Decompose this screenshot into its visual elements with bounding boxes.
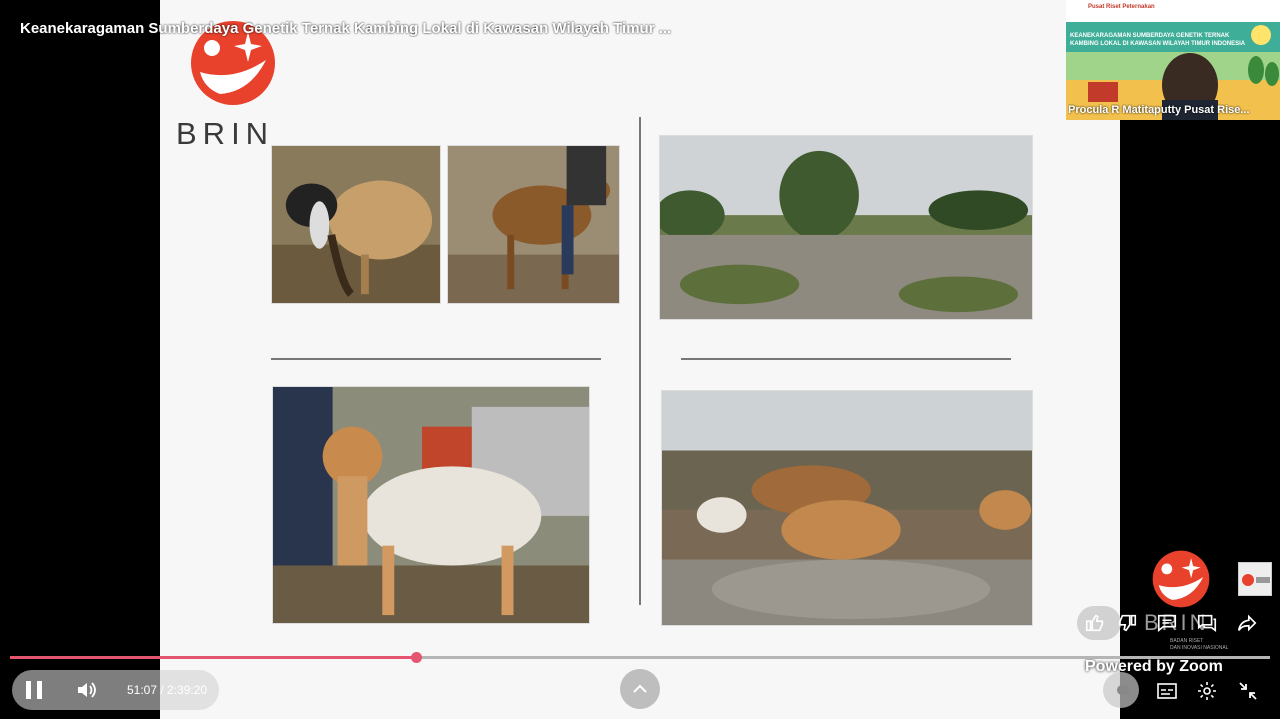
autoplay-toggle[interactable] [1103,672,1139,708]
goat-herd-field-photo [659,135,1033,320]
show-more-button[interactable] [620,669,660,709]
like-icon[interactable] [1084,612,1106,634]
current-time: 51:07 [127,683,158,697]
thumbnail-banner-line2: KAMBING LOKAL DI KAWASAN WILAYAH TIMUR I… [1070,41,1246,47]
total-duration: 2:39:20 [167,683,208,697]
minimize-icon[interactable] [1237,680,1259,702]
slide-divider-right [681,358,1011,360]
autoplay-toggle-knob [1117,685,1129,695]
goat-photo-1 [271,145,441,304]
time-separator: / [157,683,168,697]
progress-handle[interactable] [411,652,422,663]
progress-fill [10,656,416,659]
powered-by-zoom: Powered by Zoom [1085,658,1223,675]
chat-icon[interactable] [1196,612,1218,634]
brin-badge-mark [1242,574,1270,586]
comment-icon[interactable] [1156,612,1178,634]
brin-watermark-mark [1152,550,1210,608]
speaker-name-caption: Procula R Matitaputty Pusat Rise... [1068,104,1250,116]
speaker-video-frame [1066,0,1280,120]
volume-icon[interactable] [76,679,98,701]
dislike-icon[interactable] [1116,612,1138,634]
captions-icon[interactable] [1156,680,1178,702]
slide-divider-left [271,358,601,360]
thumbnail-banner-line1: KEANEKARAGAMAN SUMBERDAYA GENETIK TERNAK [1070,33,1230,39]
reaction-toolbar [1077,606,1272,640]
goat-photo-2 [447,145,620,304]
chevron-up-icon [633,684,647,693]
video-title: Keanekaragaman Sumberdaya Genetik Ternak… [20,20,672,37]
goat-photo-3 [272,386,590,624]
brin-logo-text: BRIN [176,116,275,151]
brin-watermark-sub2: DAN INOVASI NASIONAL [1170,645,1229,651]
brin-watermark: BRIN BADAN RISET DAN INOVASI NASIONAL [1140,548,1230,658]
brin-badge-logo [1238,562,1272,596]
share-icon[interactable] [1236,612,1258,634]
speaker-thumbnail[interactable]: Pusat Riset Peternakan KEANEKARAGAMAN SU… [1066,0,1280,120]
thumbnail-org-text: Pusat Riset Peternakan [1088,4,1155,10]
settings-icon[interactable] [1196,680,1218,702]
slide-vertical-divider [639,117,641,605]
time-display: 51:07 / 2:39:20 [127,683,207,697]
pause-icon[interactable] [23,679,45,701]
goats-in-pen-photo [661,390,1033,626]
